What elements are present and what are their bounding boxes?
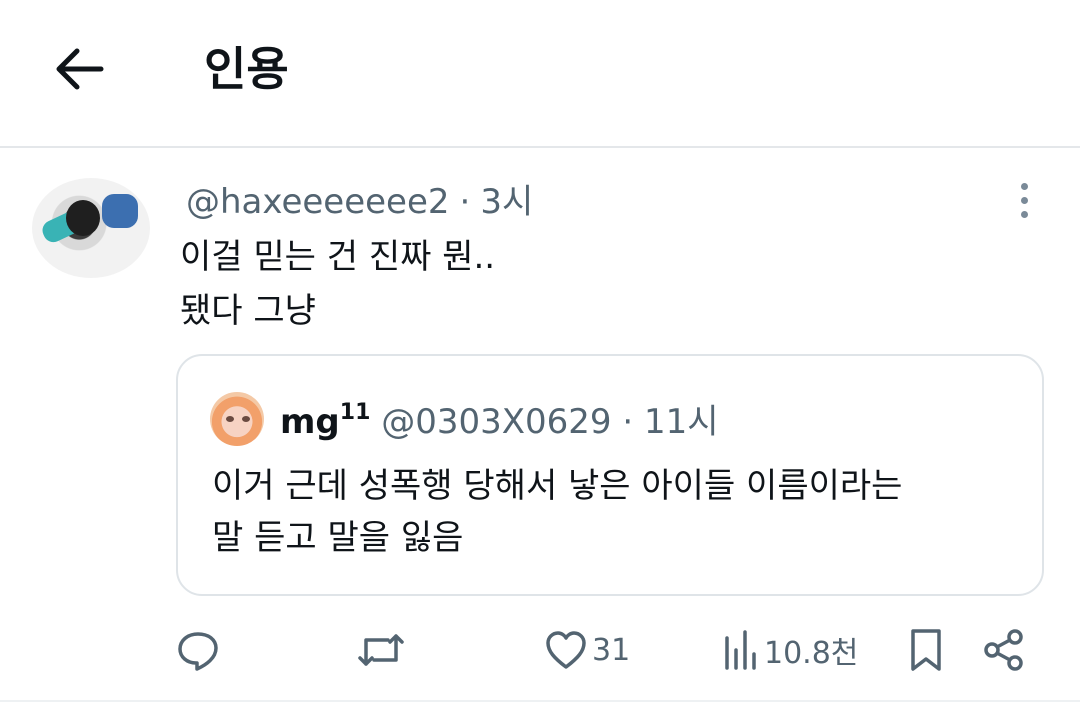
like-button[interactable]: 31 bbox=[544, 620, 630, 680]
retweet-icon bbox=[358, 634, 404, 666]
heart-icon bbox=[546, 631, 586, 669]
reply-button[interactable] bbox=[176, 620, 220, 680]
author-handle[interactable]: @haxeeeeeee2 bbox=[186, 182, 450, 222]
share-button[interactable] bbox=[982, 620, 1026, 680]
quoted-handle: @0303X0629 bbox=[381, 402, 612, 442]
quoted-display-name: mg11 bbox=[280, 400, 371, 442]
quoted-text-line: 말 듣고 말을 잃음 bbox=[212, 518, 464, 558]
quoted-text-line: 이거 근데 성폭행 당해서 낳은 아이들 이름이라는 bbox=[212, 466, 903, 506]
tweet-text-line: 됐다 그냥 bbox=[180, 291, 316, 331]
quoted-tweet-card[interactable]: mg11 @0303X0629 · 11시 이거 근데 성폭행 당해서 낳은 아… bbox=[176, 354, 1044, 596]
retweet-button[interactable] bbox=[356, 620, 406, 680]
back-arrow-icon bbox=[56, 48, 104, 90]
views-icon bbox=[725, 630, 756, 670]
top-bar: 인용 bbox=[0, 0, 1080, 146]
page-title: 인용 bbox=[204, 42, 289, 96]
tweet-text-line: 이걸 믿는 건 진짜 뭔.. bbox=[180, 237, 496, 277]
tweet-text: 이걸 믿는 건 진짜 뭔.. 됐다 그냥 bbox=[180, 230, 495, 338]
more-vertical-icon bbox=[1020, 182, 1028, 190]
quoted-avatar bbox=[210, 392, 264, 446]
like-count: 31 bbox=[592, 632, 631, 668]
quoted-time: 11시 bbox=[644, 402, 719, 442]
bookmark-icon bbox=[911, 629, 941, 671]
tweet-header: @haxeeeeeee2 · 3시 bbox=[186, 180, 533, 224]
views-button[interactable]: 10.8천 bbox=[722, 620, 858, 680]
share-icon bbox=[984, 629, 1023, 671]
avatar[interactable] bbox=[32, 178, 150, 278]
reply-icon bbox=[178, 632, 218, 671]
back-button[interactable] bbox=[44, 38, 114, 100]
quoted-header: mg11 @0303X0629 · 11시 bbox=[280, 388, 719, 447]
separator: · bbox=[459, 182, 471, 222]
view-count: 10.8천 bbox=[764, 636, 859, 671]
more-options-button[interactable] bbox=[1006, 176, 1042, 224]
quoted-text: 이거 근데 성폭행 당해서 낳은 아이들 이름이라는 말 듣고 말을 잃음 bbox=[212, 460, 902, 564]
bottom-divider bbox=[0, 700, 1080, 702]
header-divider bbox=[0, 146, 1080, 148]
tweet-time[interactable]: 3시 bbox=[480, 182, 533, 222]
bookmark-button[interactable] bbox=[906, 620, 946, 680]
action-bar: 31 10.8천 bbox=[0, 620, 1080, 680]
separator: · bbox=[622, 402, 634, 442]
